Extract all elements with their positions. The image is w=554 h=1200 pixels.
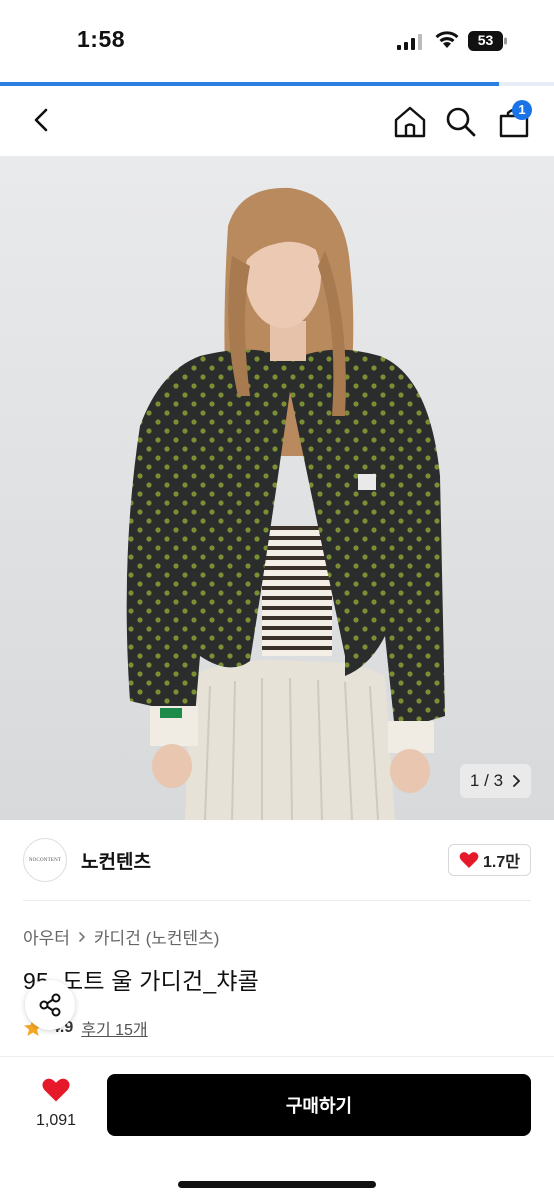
wifi-icon (435, 31, 459, 48)
section-divider (23, 900, 531, 901)
battery-level: 53 (477, 32, 494, 48)
wish-button[interactable]: 1,091 (28, 1077, 84, 1130)
image-pager-total: 3 (493, 771, 504, 790)
chevron-right-icon (79, 931, 86, 942)
image-pager-text: 1 / 3 (470, 771, 503, 791)
review-count-link[interactable]: 후기 15개 (81, 1016, 147, 1040)
share-button[interactable] (25, 980, 75, 1030)
search-icon[interactable] (442, 103, 480, 141)
category-parent-link[interactable]: 아우터 (23, 924, 70, 949)
top-nav-bar (0, 86, 554, 156)
home-indicator (178, 1181, 376, 1188)
status-time: 1:58 (77, 26, 126, 52)
brand-row[interactable]: NOCONTENT 노컨텐츠 1.7만 (23, 836, 531, 884)
brand-name[interactable]: 노컨텐츠 (81, 847, 151, 874)
cellular-signal-icon (397, 34, 422, 50)
wish-count: 1,091 (35, 1112, 77, 1129)
brand-logo[interactable]: NOCONTENT (23, 838, 67, 882)
home-icon[interactable] (390, 102, 430, 142)
heart-icon (42, 1078, 70, 1102)
image-pager[interactable]: 1 / 3 (460, 764, 531, 798)
brand-logo-text: NOCONTENT (28, 857, 62, 863)
category-child-link[interactable]: 카디건 (노컨텐츠) (94, 924, 220, 949)
image-pager-separator: / (484, 771, 489, 790)
battery-icon: 53 (468, 31, 508, 51)
back-arrow-icon[interactable] (24, 102, 60, 138)
product-photo-illustration (0, 156, 554, 820)
share-icon (39, 993, 61, 1017)
image-pager-current: 1 (469, 771, 480, 790)
bottom-action-bar: 1,091 구매하기 (0, 1056, 554, 1200)
heart-icon (459, 852, 479, 868)
brand-like-button[interactable]: 1.7만 (448, 844, 531, 876)
brand-like-count: 1.7만 (483, 854, 520, 871)
category-breadcrumb: 아우터 카디건 (노컨텐츠) (23, 924, 219, 949)
product-image[interactable] (0, 156, 554, 820)
cart-count-badge: 1 (512, 100, 532, 120)
buy-button[interactable]: 구매하기 (107, 1074, 531, 1136)
chevron-right-icon (513, 775, 521, 787)
status-bar: 1:58 53 (0, 0, 554, 80)
